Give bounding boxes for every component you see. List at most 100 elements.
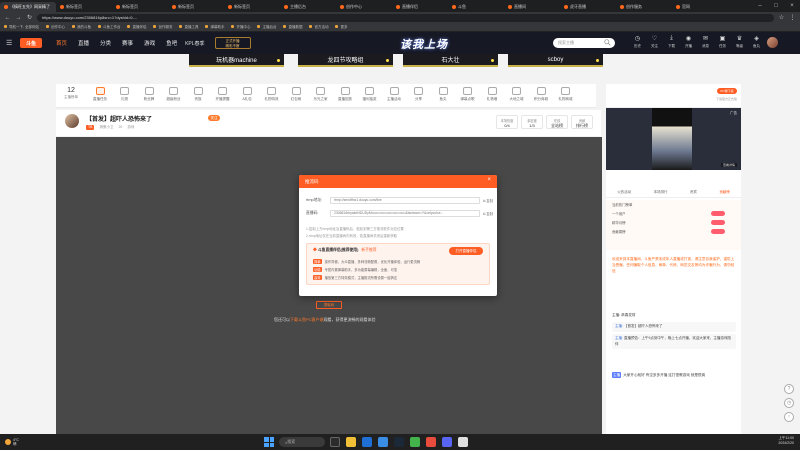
header-action[interactable]: ✉ 消息 xyxy=(698,35,713,49)
streamer-avatar[interactable] xyxy=(65,114,79,128)
toolbar-item[interactable]: 礼物 xyxy=(113,87,137,102)
store-icon[interactable] xyxy=(378,437,388,447)
sidebar-tab[interactable]: 本场排行 xyxy=(654,190,668,195)
sidebar-tab[interactable]: 贵宾 xyxy=(690,190,697,195)
toolbar-item[interactable]: 直播回放 xyxy=(333,87,357,102)
rank-row[interactable]: 当前热门榜单 xyxy=(606,200,741,209)
browser-tab[interactable]: 直播间 xyxy=(504,2,560,12)
browser-tab[interactable]: 创作中心 xyxy=(336,2,392,12)
bookmark-item[interactable]: 我的斗鱼 xyxy=(72,25,91,30)
pc-download-button[interactable]: PC端下载 xyxy=(717,88,737,94)
sidebar-tab[interactable]: 火热活动 xyxy=(617,190,631,195)
back-icon[interactable]: ← xyxy=(4,15,11,21)
discord-icon[interactable] xyxy=(442,437,452,447)
open-assistant-button[interactable]: 打开直播伴侣 xyxy=(449,247,483,255)
sponsor-card[interactable]: scboy xyxy=(508,54,603,67)
file-explorer-icon[interactable] xyxy=(346,437,356,447)
browser-tab[interactable]: 斗鱼 xyxy=(448,2,504,12)
streamer-name[interactable]: 搞蛋小卫 xyxy=(99,125,113,130)
bookmark-item[interactable]: 创作服务 xyxy=(153,25,172,30)
copy-key-button[interactable]: ⧉ 复制 xyxy=(483,211,493,216)
toolbar-item[interactable]: A礼包 xyxy=(235,87,259,102)
sidebar-tab[interactable]: 贡献榜 xyxy=(719,190,730,195)
toolbar-item[interactable]: 乐光之家 xyxy=(309,87,333,102)
toolbar-item[interactable]: 分享 xyxy=(407,87,431,102)
ad-detail-link[interactable]: 查看详情 xyxy=(720,163,737,167)
header-action[interactable]: ◷ 历史 xyxy=(630,35,645,49)
bookmark-item[interactable]: 主播后台 xyxy=(257,25,276,30)
browser-tab[interactable]: 新标签页 xyxy=(56,2,112,12)
toolbar-item[interactable]: 超级粉丝 xyxy=(162,87,186,102)
header-action[interactable]: ◈ 鱼丸 xyxy=(749,35,764,49)
follow-button[interactable]: 关注 xyxy=(208,115,220,121)
rank-row[interactable]: 精华月榜 xyxy=(606,218,741,227)
menu-dots-icon[interactable]: ⋮ xyxy=(789,14,796,21)
toolbar-item[interactable]: 粉丝牌 xyxy=(137,87,161,102)
toolbar-item[interactable]: 贵族 xyxy=(186,87,210,102)
rank-row[interactable]: 贡献周榜 xyxy=(606,227,741,236)
bookmark-item[interactable]: 更多 xyxy=(335,25,347,30)
reload-icon[interactable]: ↻ xyxy=(26,14,33,21)
browser-tab[interactable]: 直播伴侣 xyxy=(392,2,448,12)
bookmark-item[interactable]: 直播工具 xyxy=(179,25,198,30)
rank-row[interactable]: 一个用户 xyxy=(606,209,741,218)
toolbar-item[interactable]: 开播提醒 xyxy=(211,87,235,102)
bookmark-item[interactable]: 直播数据 xyxy=(283,25,302,30)
maximize-icon[interactable]: □ xyxy=(768,3,784,9)
header-action[interactable]: ▣ 任务 xyxy=(715,35,730,49)
toolbar-item[interactable]: 礼物特效 xyxy=(260,87,284,102)
browser-tab[interactable]: 官网 xyxy=(672,2,728,12)
browser-tab[interactable]: 新标签页 xyxy=(112,2,168,12)
bookmark-item[interactable]: 斗鱼工作台 xyxy=(98,25,121,30)
header-action[interactable]: ⤓ 下载 xyxy=(664,35,679,49)
streamer-stat[interactable]: 本场热度 0/4 xyxy=(496,115,518,129)
toolbar-item[interactable]: 积分商城 xyxy=(529,87,553,102)
toolbar-item[interactable]: 福利抽奖 xyxy=(358,87,382,102)
system-tray[interactable]: 上午11:00 2024/2/20 xyxy=(778,436,794,446)
rtmp-field[interactable]: rtmp://sendfhw1.douyu.com/live xyxy=(330,197,480,204)
sponsor-card[interactable]: 石大壮 xyxy=(403,54,498,67)
nav-item[interactable]: 鱼吧 xyxy=(166,39,177,47)
task-view-icon[interactable] xyxy=(330,437,340,447)
modal-close-icon[interactable]: × xyxy=(487,177,491,183)
toolbar-item[interactable]: 红包雨 xyxy=(284,87,308,102)
download-client-link[interactable]: 下载斗鱼PC客户端 xyxy=(290,317,324,322)
taskbar-search[interactable]: ⌕ 搜索 xyxy=(279,437,325,447)
sidebar-video-ad[interactable]: 广告 查看详情 xyxy=(606,108,741,170)
edge-icon[interactable] xyxy=(362,437,372,447)
weather-widget[interactable]: 4°C 晴 xyxy=(5,438,19,447)
nav-item[interactable]: 分类 xyxy=(100,39,111,47)
copy-rtmp-button[interactable]: ⧉ 复制 xyxy=(483,198,493,203)
toolbar-item[interactable]: 主播活动 xyxy=(382,87,406,102)
header-action[interactable]: ◉ 开播 xyxy=(681,35,696,49)
browser-tab[interactable]: 虎牙直播 xyxy=(560,2,616,12)
feedback-icon[interactable]: ? xyxy=(784,384,794,394)
chrome-icon[interactable] xyxy=(458,437,468,447)
stream-key-field[interactable]: 2306816rbyakeNDUDyMo••••••••••••••••••••… xyxy=(330,210,480,217)
steam-icon[interactable] xyxy=(394,437,404,447)
bookmark-item[interactable]: 直播伴侣 xyxy=(127,25,146,30)
browser-tab[interactable]: 《搞旺五先》网采精了 xyxy=(0,2,56,12)
bookmark-item[interactable]: 弹幕助手 xyxy=(205,25,224,30)
start-button[interactable] xyxy=(264,437,274,447)
kpl-link[interactable]: KPL春季 xyxy=(185,40,204,47)
douyu-logo[interactable]: 斗鱼 xyxy=(20,38,42,48)
nav-item[interactable]: 首页 xyxy=(56,39,67,47)
promo-banner[interactable]: 正式开播 精彩不断 xyxy=(214,37,251,49)
sponsor-card[interactable]: 玩机器machine xyxy=(189,54,284,67)
minimize-icon[interactable]: – xyxy=(752,3,768,9)
toolbar-item[interactable]: 直播任务 xyxy=(88,87,112,102)
toolbar-item[interactable]: 弹幕点歌 xyxy=(456,87,480,102)
wechat-icon[interactable] xyxy=(410,437,420,447)
header-action[interactable]: ♛ 等级 xyxy=(732,35,747,49)
star-icon[interactable]: ☆ xyxy=(778,14,785,21)
douyu-app-icon[interactable] xyxy=(426,437,436,447)
clock-icon[interactable]: ◷ xyxy=(784,398,794,408)
close-icon[interactable]: × xyxy=(784,3,800,9)
anchor-rank[interactable]: 12 主播榜单 xyxy=(60,87,82,100)
user-avatar[interactable] xyxy=(767,37,778,48)
back-to-top-icon[interactable]: ↑ xyxy=(784,412,794,422)
bookmark-item[interactable]: 导航一下, 全部网站 xyxy=(4,25,39,30)
sponsor-card[interactable]: 龙四节攻略组 xyxy=(298,54,393,67)
nav-item[interactable]: 赛事 xyxy=(122,39,133,47)
